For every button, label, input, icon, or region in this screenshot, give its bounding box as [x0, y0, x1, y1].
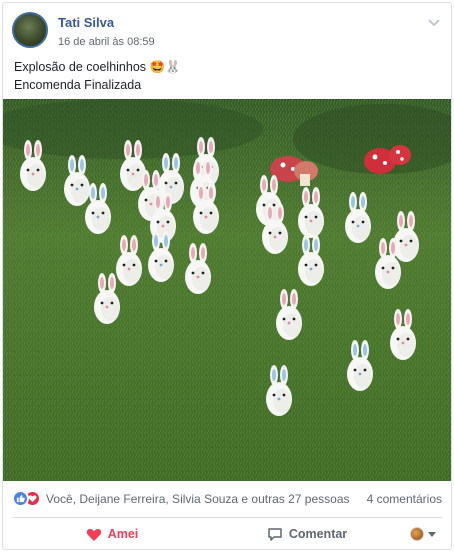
reaction-icons[interactable] [12, 490, 44, 508]
comment-icon [267, 527, 283, 542]
caret-down-icon [428, 531, 436, 537]
love-button[interactable]: Amei [42, 520, 182, 548]
post-text-line: Explosão de coelhinhos 🤩🐰 [14, 60, 181, 74]
post-text-line: Encomenda Finalizada [14, 78, 142, 92]
post-card: Tati Silva 16 de abril às 08:59 Explosão… [2, 2, 452, 550]
post-header: Tati Silva 16 de abril às 08:59 [12, 12, 442, 52]
author-name[interactable]: Tati Silva [58, 15, 114, 30]
action-bar: Amei Comentar [12, 520, 442, 548]
comment-button-label: Comentar [288, 527, 348, 541]
heart-icon [86, 527, 102, 542]
post-text: Explosão de coelhinhos 🤩🐰 Encomenda Fina… [14, 58, 181, 94]
comment-button[interactable]: Comentar [237, 520, 377, 548]
comments-count[interactable]: 4 comentários [367, 492, 442, 506]
reaction-names[interactable]: Você, Deijane Ferreira, Silvia Souza e o… [46, 492, 350, 506]
reactions-bar: Você, Deijane Ferreira, Silvia Souza e o… [12, 489, 442, 509]
profile-avatar-icon [410, 527, 424, 541]
like-icon [12, 490, 29, 507]
divider [12, 517, 442, 518]
chevron-down-icon[interactable] [428, 18, 440, 28]
post-timestamp[interactable]: 16 de abril às 08:59 [58, 36, 155, 48]
love-button-label: Amei [107, 527, 139, 541]
reaction-as-menu[interactable] [410, 525, 440, 543]
author-avatar[interactable] [12, 12, 48, 48]
post-photo[interactable] [3, 99, 451, 481]
